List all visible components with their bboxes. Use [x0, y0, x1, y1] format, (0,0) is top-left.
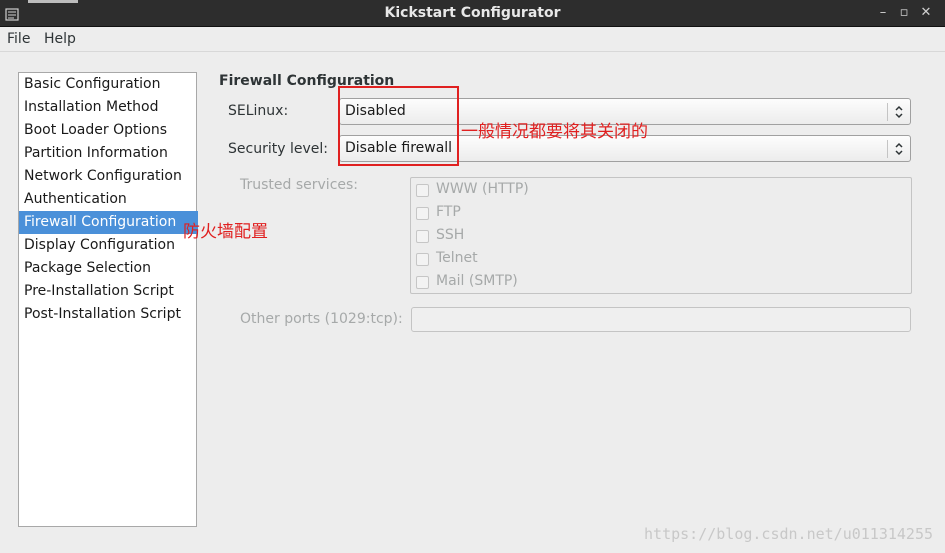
titlebar-strip — [28, 0, 78, 3]
menu-file[interactable]: File — [7, 31, 30, 47]
sidebar-item-network-configuration[interactable]: Network Configuration — [19, 165, 196, 188]
security-level-label: Security level: — [228, 141, 328, 157]
annotation-sidebar-note: 防火墙配置 — [183, 222, 268, 242]
combo-separator — [887, 103, 888, 121]
sidebar-item-partition-information[interactable]: Partition Information — [19, 142, 196, 165]
sidebar-item-pre-installation-script[interactable]: Pre-Installation Script — [19, 280, 196, 303]
watermark: https://blog.csdn.net/u011314255 — [644, 525, 933, 543]
service-label: SSH — [436, 227, 465, 243]
window-titlebar: Kickstart Configurator – ▫ ✕ — [0, 0, 945, 27]
service-label: Telnet — [436, 250, 478, 266]
selinux-label: SELinux: — [228, 103, 289, 119]
service-label: FTP — [436, 204, 461, 220]
sidebar-item-installation-method[interactable]: Installation Method — [19, 96, 196, 119]
combo-arrows-icon — [895, 105, 903, 119]
trusted-services-list: WWW (HTTP) FTP SSH Telnet Mail (SMTP) — [410, 177, 912, 294]
window-title: Kickstart Configurator — [384, 5, 561, 21]
sidebar-item-package-selection[interactable]: Package Selection — [19, 257, 196, 280]
annotation-highlight-box — [338, 86, 459, 166]
combo-separator — [887, 140, 888, 158]
menu-help[interactable]: Help — [44, 31, 76, 47]
other-ports-input[interactable] — [411, 307, 911, 332]
sidebar-item-display-configuration[interactable]: Display Configuration — [19, 234, 196, 257]
annotation-selinux-note: 一般情况都要将其关闭的 — [461, 122, 648, 142]
checkbox-icon[interactable] — [416, 276, 429, 289]
other-ports-label: Other ports (1029:tcp): — [240, 311, 403, 327]
checkbox-icon[interactable] — [416, 207, 429, 220]
sidebar-list: Basic Configuration Installation Method … — [18, 72, 198, 527]
close-button[interactable]: ✕ — [917, 5, 935, 20]
sidebar-item-post-installation-script[interactable]: Post-Installation Script — [19, 303, 196, 326]
sidebar-item-basic-configuration[interactable]: Basic Configuration — [19, 73, 196, 96]
service-label: WWW (HTTP) — [436, 181, 529, 197]
checkbox-icon[interactable] — [416, 230, 429, 243]
service-label: Mail (SMTP) — [436, 273, 518, 289]
checkbox-icon[interactable] — [416, 184, 429, 197]
maximize-button[interactable]: ▫ — [895, 5, 913, 20]
sidebar-item-firewall-configuration[interactable]: Firewall Configuration — [19, 211, 198, 234]
trusted-services-label: Trusted services: — [240, 177, 359, 193]
checkbox-icon[interactable] — [416, 253, 429, 266]
combo-arrows-icon — [895, 142, 903, 156]
sidebar-item-boot-loader-options[interactable]: Boot Loader Options — [19, 119, 196, 142]
menubar: File Help — [0, 27, 945, 52]
minimize-button[interactable]: – — [874, 5, 892, 20]
sidebar-item-authentication[interactable]: Authentication — [19, 188, 196, 211]
